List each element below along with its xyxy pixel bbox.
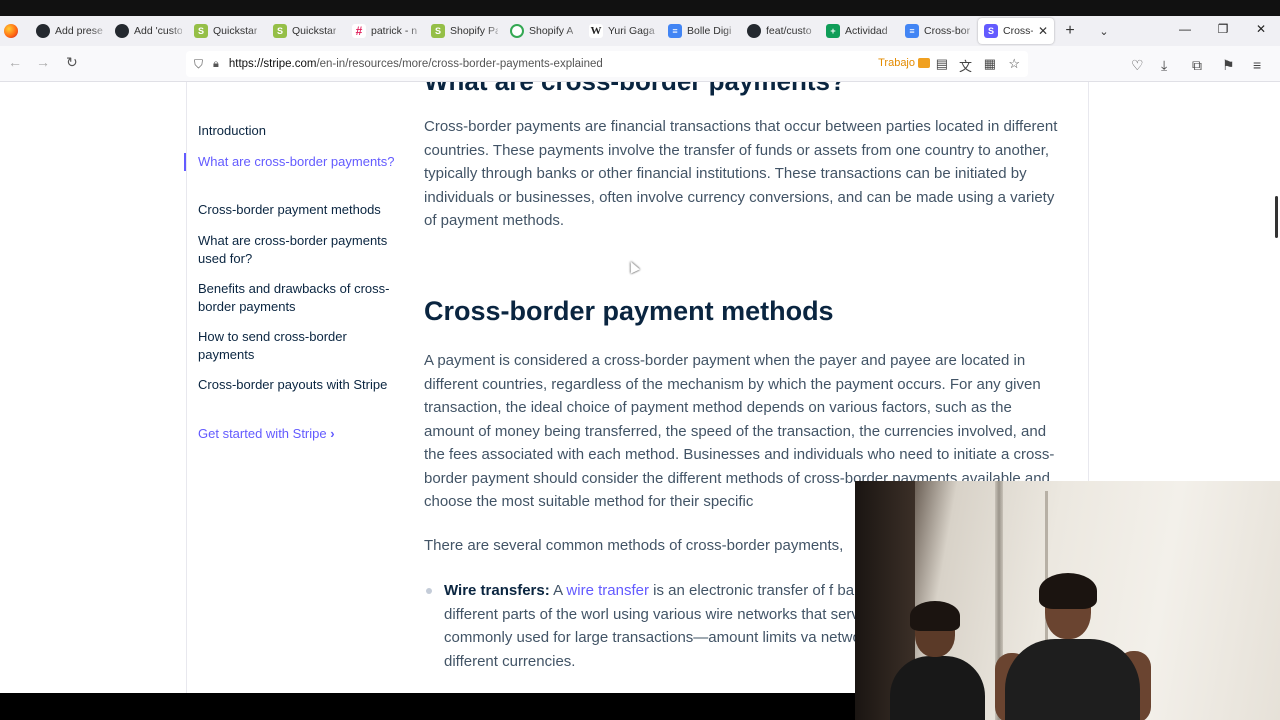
toc-item-used-for[interactable]: What are cross-border payments used for? [198, 232, 403, 267]
tab-label: Add prese [55, 25, 103, 37]
bullet-text: A [549, 582, 567, 599]
toc-item-methods[interactable]: Cross-border payment methods [198, 201, 403, 219]
tab-label: feat/custo [766, 25, 812, 37]
tab-label: Add 'custo [134, 25, 182, 37]
close-tab-icon[interactable]: ✕ [1038, 24, 1048, 38]
list-all-tabs-button[interactable]: ⌄ [1092, 25, 1116, 38]
tab[interactable]: W Yuri Gaga [583, 18, 662, 44]
new-tab-button[interactable]: + [1058, 22, 1082, 40]
tab[interactable]: ≡ Bolle Digi [662, 18, 741, 44]
get-started-link[interactable]: Get started with Stripe › [198, 426, 335, 441]
google-sheets-icon: + [826, 24, 840, 38]
shopify-icon: S [431, 24, 445, 38]
tab-label: Shopify A [529, 25, 574, 37]
tab[interactable]: Add prese [30, 18, 109, 44]
tab-label: Cross-b [1003, 25, 1033, 37]
section-heading: What are cross-border payments? [424, 82, 846, 97]
account-icon[interactable]: ⚑ [1222, 57, 1235, 74]
pocket-icon[interactable]: ♡ [1131, 57, 1144, 74]
tab-strip: Add prese Add 'custo S Quickstar S Quickstar #… [30, 18, 1054, 44]
tab[interactable]: Add 'custo [109, 18, 188, 44]
screen: Add prese Add 'custo S Quickstar S Quickstar #… [0, 0, 1280, 720]
tab-label: Actividad [845, 25, 888, 37]
tab-label: Shopify Pa [450, 25, 498, 37]
shield-icon[interactable]: ⛉ [194, 57, 203, 72]
google-docs-icon: ≡ [668, 24, 682, 38]
paragraph: Cross-border payments are financial tran… [424, 118, 1058, 229]
back-icon[interactable]: ← [8, 54, 22, 70]
forward-icon[interactable]: → [36, 54, 50, 70]
toc-item-benefits[interactable]: Benefits and drawbacks of cross-border p… [198, 280, 403, 315]
minimize-icon[interactable]: — [1166, 16, 1204, 46]
wire-transfer-link[interactable]: wire transfer [566, 582, 649, 599]
tab-label: Quickstar [292, 25, 337, 37]
person-hair [910, 601, 960, 631]
url-bar[interactable]: ⛉ 🔒︎ https://stripe.com/en-in/resources/… [186, 51, 1028, 77]
section-heading: Cross-border payment methods [424, 296, 834, 326]
lock-icon[interactable]: 🔒︎ [213, 58, 219, 71]
chevron-right-icon: › [330, 426, 335, 441]
bottom-strip [0, 693, 855, 720]
tab[interactable]: feat/custo [741, 18, 820, 44]
tab-label: Bolle Digi [687, 25, 732, 37]
nav-bar: ← → ↻ ⛉ 🔒︎ https://stripe.com/en-in/reso… [0, 46, 1280, 82]
tab[interactable]: # patrick - n [346, 18, 425, 44]
window-controls: — ❐ ✕ [1166, 16, 1280, 46]
tab[interactable]: + Actividad [820, 18, 899, 44]
stripe-icon: S [984, 24, 998, 38]
active-indicator [184, 153, 186, 171]
menu-icon[interactable]: ≡ [1253, 57, 1261, 73]
toc-item-how-to-send[interactable]: How to send cross-border payments [198, 328, 403, 363]
extension-grid-icon[interactable]: ▦ [984, 56, 996, 72]
tab[interactable]: Shopify A [504, 18, 583, 44]
wikipedia-icon: W [589, 24, 603, 38]
extensions-icon[interactable]: ⧉ [1192, 57, 1202, 74]
toc-item-label: What are cross-border payments? [198, 154, 395, 169]
tab[interactable]: S Quickstar [267, 18, 346, 44]
close-window-icon[interactable]: ✕ [1242, 16, 1280, 46]
shopify-icon: S [273, 24, 287, 38]
tab[interactable]: ≡ Cross-bor [899, 18, 978, 44]
tab-label: Quickstar [213, 25, 258, 37]
chatgpt-icon [510, 24, 524, 38]
bullet-title: Wire transfers: [444, 582, 550, 599]
tab-label: Cross-bor [924, 25, 971, 37]
shopify-icon: S [194, 24, 208, 38]
translate-icon[interactable]: 文 [959, 56, 972, 75]
tab-label: patrick - n [371, 25, 418, 37]
downloads-icon[interactable]: ⤓ [1161, 57, 1167, 74]
reader-view-icon[interactable]: ▤ [936, 56, 948, 72]
url-text[interactable]: https://stripe.com/en-in/resources/more/… [229, 58, 603, 70]
tab[interactable]: S Quickstar [188, 18, 267, 44]
tab-bar: Add prese Add 'custo S Quickstar S Quickstar #… [0, 16, 1280, 46]
bookmark-star-icon[interactable]: ☆ [1008, 56, 1020, 72]
github-icon [747, 24, 761, 38]
restore-icon[interactable]: ❐ [1204, 16, 1242, 46]
webcam-overlay [855, 481, 1280, 720]
top-strip [0, 0, 1280, 16]
briefcase-icon [918, 58, 930, 68]
reload-icon[interactable]: ↻ [66, 54, 78, 71]
github-icon [115, 24, 129, 38]
toc-item-introduction[interactable]: Introduction [198, 122, 403, 140]
person-body [890, 656, 985, 720]
container-tag[interactable]: Trabajo [878, 57, 930, 69]
firefox-icon[interactable] [4, 24, 18, 38]
slack-icon: # [352, 24, 366, 38]
toc-item-what-are[interactable]: What are cross-border payments? [184, 153, 403, 171]
github-icon [36, 24, 50, 38]
person-body [1005, 639, 1140, 720]
google-docs-icon: ≡ [905, 24, 919, 38]
scrollbar-thumb[interactable] [1275, 196, 1278, 238]
tab[interactable]: S Cross-b ✕ [978, 18, 1054, 44]
tab-label: Yuri Gaga [608, 25, 655, 37]
person-hair [1039, 573, 1097, 609]
tab[interactable]: S Shopify Pa [425, 18, 504, 44]
toc-item-payouts[interactable]: Cross-border payouts with Stripe [198, 376, 403, 394]
divider [186, 82, 187, 693]
